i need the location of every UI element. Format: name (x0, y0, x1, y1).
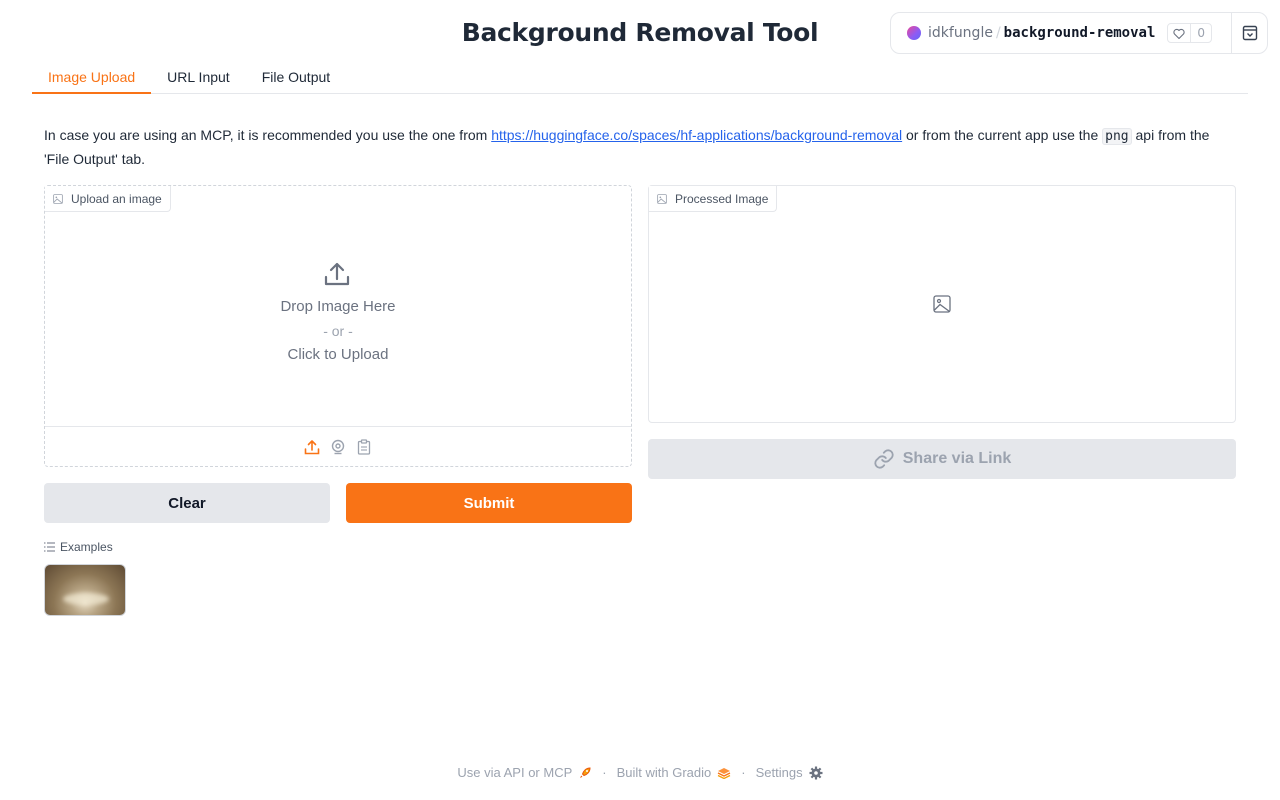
like-button[interactable]: 0 (1167, 23, 1213, 43)
upload-source-bar (45, 427, 631, 467)
share-label: Share via Link (902, 450, 1012, 467)
footer: Use via API or MCP · Built with Gradio ·… (0, 765, 1280, 780)
processed-label: Processed Image (649, 186, 778, 212)
heart-icon (1168, 24, 1192, 42)
image-placeholder-icon (933, 295, 951, 313)
drop-zone[interactable]: Drop Image Here - or - Click to Upload (45, 186, 631, 427)
footer-separator: · (602, 765, 607, 780)
clipboard-icon[interactable] (356, 439, 372, 455)
image-upload-panel[interactable]: Upload an image Drop Image Here - or - C… (44, 185, 632, 467)
space-separator: / (995, 25, 1001, 41)
settings-link-text: Settings (755, 765, 803, 780)
description: In case you are using an MCP, it is reco… (44, 124, 1236, 171)
png-code: png (1102, 128, 1132, 145)
user-avatar (907, 26, 921, 40)
space-name[interactable]: background-removal (1004, 25, 1156, 41)
collapse-button[interactable] (1231, 12, 1268, 54)
example-image-thumbnail[interactable] (44, 564, 126, 616)
upload-arrow-icon (324, 262, 350, 286)
tab-url-input[interactable]: URL Input (151, 62, 246, 94)
description-text-1: In case you are using an MCP, it is reco… (44, 127, 492, 143)
upload-source-icon[interactable] (304, 439, 320, 455)
or-text: - or - (323, 323, 353, 339)
api-link-text: Use via API or MCP (457, 765, 573, 780)
gradio-link-text: Built with Gradio (616, 765, 712, 780)
tab-bar: Image Upload URL Input File Output (32, 62, 1248, 94)
drop-image-text: Drop Image Here (280, 298, 396, 315)
gradio-logo-icon (717, 767, 731, 779)
examples-label: Examples (60, 540, 113, 554)
like-count: 0 (1197, 26, 1206, 40)
collapse-icon (1242, 25, 1257, 41)
space-owner[interactable]: idkfungle (928, 25, 993, 41)
gear-icon (809, 766, 823, 779)
click-to-upload-text: Click to Upload (287, 346, 389, 363)
processed-image-panel: Processed Image (648, 185, 1236, 423)
tab-image-upload[interactable]: Image Upload (32, 62, 152, 94)
link-icon (874, 449, 894, 469)
share-via-link-button[interactable]: Share via Link (648, 439, 1236, 479)
huggingface-link[interactable]: https://huggingface.co/spaces/hf-applica… (491, 127, 902, 143)
rocket-icon (580, 766, 591, 778)
webcam-icon[interactable] (330, 439, 346, 455)
gradio-link[interactable]: Built with Gradio (617, 765, 732, 780)
description-text-2: or from the current app use the (902, 127, 1103, 143)
api-link[interactable]: Use via API or MCP (457, 765, 592, 780)
image-icon (657, 193, 667, 204)
example-image-subject (63, 593, 109, 605)
hf-space-badge[interactable]: idkfungle / background-removal 0 (890, 12, 1232, 54)
submit-button[interactable]: Submit (346, 483, 632, 523)
processed-label-text: Processed Image (675, 191, 769, 206)
footer-separator: · (741, 765, 746, 780)
clear-button[interactable]: Clear (44, 483, 330, 523)
settings-link[interactable]: Settings (756, 765, 823, 780)
list-icon (44, 542, 55, 552)
tab-file-output[interactable]: File Output (246, 62, 346, 94)
examples-header: Examples (44, 540, 113, 554)
